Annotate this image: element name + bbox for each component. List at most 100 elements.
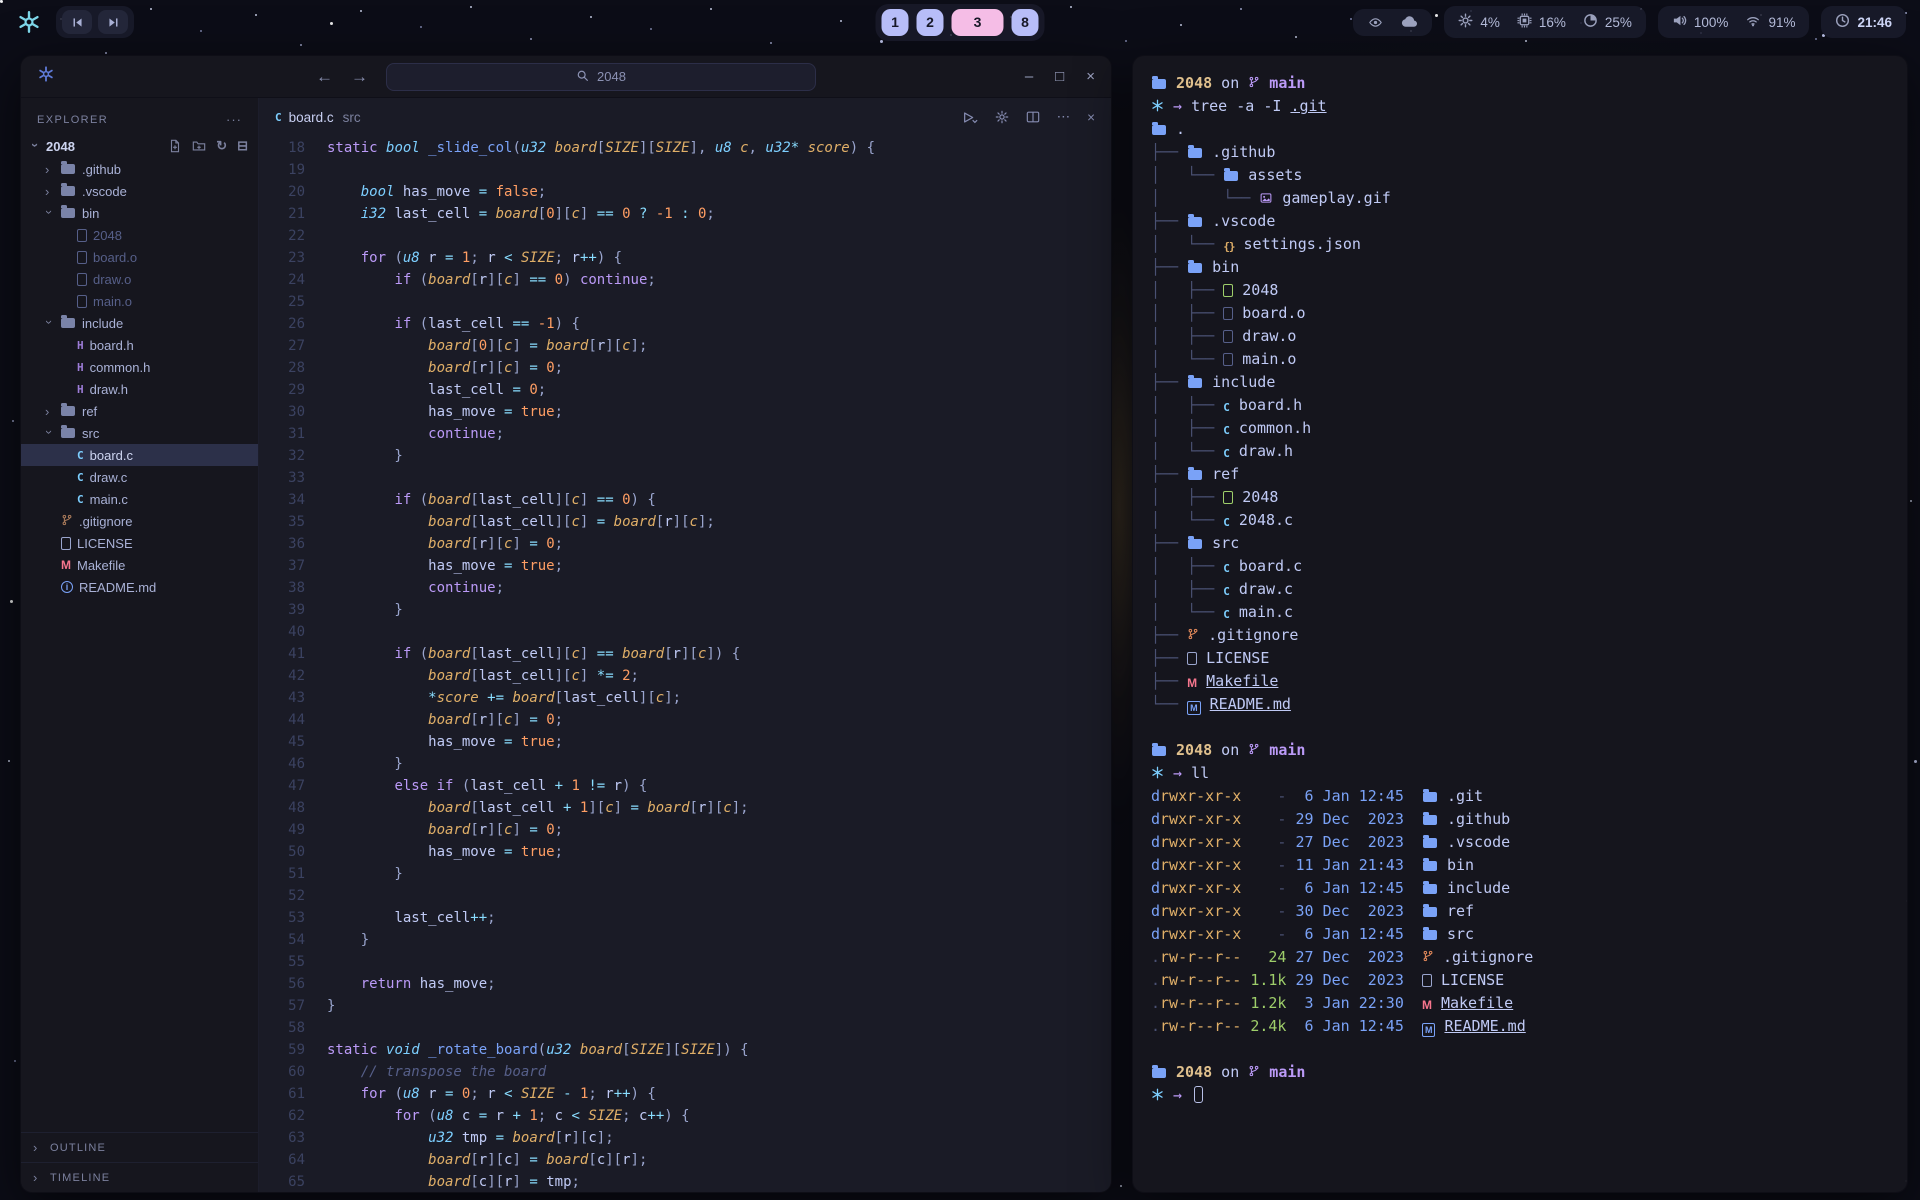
code-line-24[interactable]: 24 if (board[r][c] == 0) continue; <box>259 269 1111 291</box>
code-line-25[interactable]: 25 <box>259 291 1111 313</box>
explorer-item-draw.o[interactable]: draw.o <box>21 268 258 290</box>
code-line-59[interactable]: 59static void _rotate_board(u32 board[SI… <box>259 1039 1111 1061</box>
split-editor-button[interactable] <box>1026 110 1040 124</box>
code-line-62[interactable]: 62 for (u8 c = r + 1; c < SIZE; c++) { <box>259 1105 1111 1127</box>
explorer-item-draw.c[interactable]: Cdraw.c <box>21 466 258 488</box>
explorer-item-include[interactable]: ›include <box>21 312 258 334</box>
terminal-window[interactable]: 2048 on main → tree -a -I .git .├── .git… <box>1132 55 1908 1193</box>
media-previous-button[interactable] <box>62 10 92 34</box>
code-line-20[interactable]: 20 bool has_move = false; <box>259 181 1111 203</box>
collapse-all-button[interactable]: ⊟ <box>237 138 248 154</box>
workspace-3-active[interactable]: 3 <box>952 9 1004 36</box>
code-line-60[interactable]: 60 // transpose the board <box>259 1061 1111 1083</box>
explorer-item-main.o[interactable]: main.o <box>21 290 258 312</box>
command-center-search[interactable]: 2048 <box>386 63 816 91</box>
explorer-item-ref[interactable]: ›ref <box>21 400 258 422</box>
code-line-39[interactable]: 39 } <box>259 599 1111 621</box>
explorer-item-src[interactable]: ›src <box>21 422 258 444</box>
minimize-button[interactable]: – <box>1025 68 1033 85</box>
navigate-back-button[interactable]: ← <box>316 67 333 87</box>
code-line-61[interactable]: 61 for (u8 r = 0; r < SIZE - 1; r++) { <box>259 1083 1111 1105</box>
run-file-button[interactable] <box>962 110 978 125</box>
code-line-65[interactable]: 65 board[c][r] = tmp; <box>259 1171 1111 1192</box>
code-line-38[interactable]: 38 continue; <box>259 577 1111 599</box>
code-editor-window[interactable]: ← → 2048 – □ × EXPLORER ··· › 2048 <box>20 55 1112 1193</box>
editor-titlebar[interactable]: ← → 2048 – □ × <box>21 56 1111 98</box>
code-line-19[interactable]: 19 <box>259 159 1111 181</box>
wifi-stat[interactable]: 91% <box>1745 14 1795 31</box>
volume-stat[interactable]: 100% <box>1672 13 1729 31</box>
code-line-42[interactable]: 42 board[last_cell][c] *= 2; <box>259 665 1111 687</box>
code-line-43[interactable]: 43 *score += board[last_cell][c]; <box>259 687 1111 709</box>
code-line-18[interactable]: 18static bool _slide_col(u32 board[SIZE]… <box>259 137 1111 159</box>
explorer-item-LICENSE[interactable]: LICENSE <box>21 532 258 554</box>
timeline-section-header[interactable]: › TIMELINE <box>21 1162 258 1192</box>
code-line-36[interactable]: 36 board[r][c] = 0; <box>259 533 1111 555</box>
clock-widget[interactable]: 21:46 <box>1821 6 1906 38</box>
code-line-48[interactable]: 48 board[last_cell + 1][c] = board[r][c]… <box>259 797 1111 819</box>
explorer-item-.github[interactable]: ›.github <box>21 158 258 180</box>
close-button[interactable]: × <box>1086 68 1095 85</box>
code-line-41[interactable]: 41 if (board[last_cell][c] == board[r][c… <box>259 643 1111 665</box>
code-line-46[interactable]: 46 } <box>259 753 1111 775</box>
code-editor-area[interactable]: 18static bool _slide_col(u32 board[SIZE]… <box>259 136 1111 1192</box>
code-line-23[interactable]: 23 for (u8 r = 1; r < SIZE; r++) { <box>259 247 1111 269</box>
code-line-33[interactable]: 33 <box>259 467 1111 489</box>
code-line-63[interactable]: 63 u32 tmp = board[r][c]; <box>259 1127 1111 1149</box>
explorer-item-Makefile[interactable]: MMakefile <box>21 554 258 576</box>
code-line-56[interactable]: 56 return has_move; <box>259 973 1111 995</box>
settings-gear-icon[interactable] <box>995 110 1009 124</box>
code-line-22[interactable]: 22 <box>259 225 1111 247</box>
code-line-35[interactable]: 35 board[last_cell][c] = board[r][c]; <box>259 511 1111 533</box>
explorer-item-main.c[interactable]: Cmain.c <box>21 488 258 510</box>
code-line-57[interactable]: 57} <box>259 995 1111 1017</box>
workspace-1[interactable]: 1 <box>882 9 909 36</box>
maximize-button[interactable]: □ <box>1055 68 1064 85</box>
breadcrumb[interactable]: src <box>343 110 361 125</box>
code-line-40[interactable]: 40 <box>259 621 1111 643</box>
explorer-item-2048[interactable]: 2048 <box>21 224 258 246</box>
code-line-34[interactable]: 34 if (board[last_cell][c] == 0) { <box>259 489 1111 511</box>
explorer-item-.vscode[interactable]: ›.vscode <box>21 180 258 202</box>
media-next-button[interactable] <box>98 10 128 34</box>
code-line-52[interactable]: 52 <box>259 885 1111 907</box>
explorer-root-folder[interactable]: › 2048 ↻ ⊟ <box>21 135 258 157</box>
explorer-more-actions[interactable]: ··· <box>226 112 242 127</box>
new-folder-button[interactable] <box>192 139 206 153</box>
explorer-item-board.o[interactable]: board.o <box>21 246 258 268</box>
explorer-item-bin[interactable]: ›bin <box>21 202 258 224</box>
code-line-37[interactable]: 37 has_move = true; <box>259 555 1111 577</box>
code-line-30[interactable]: 30 has_move = true; <box>259 401 1111 423</box>
code-line-64[interactable]: 64 board[r][c] = board[c][r]; <box>259 1149 1111 1171</box>
code-line-54[interactable]: 54 } <box>259 929 1111 951</box>
code-line-58[interactable]: 58 <box>259 1017 1111 1039</box>
outline-section-header[interactable]: › OUTLINE <box>21 1132 258 1162</box>
explorer-item-common.h[interactable]: Hcommon.h <box>21 356 258 378</box>
code-line-28[interactable]: 28 board[r][c] = 0; <box>259 357 1111 379</box>
explorer-item-draw.h[interactable]: Hdraw.h <box>21 378 258 400</box>
workspace-2[interactable]: 2 <box>917 9 944 36</box>
code-line-21[interactable]: 21 i32 last_cell = board[0][c] == 0 ? -1… <box>259 203 1111 225</box>
weather-widget[interactable] <box>1353 9 1432 36</box>
code-line-51[interactable]: 51 } <box>259 863 1111 885</box>
code-line-29[interactable]: 29 last_cell = 0; <box>259 379 1111 401</box>
code-line-50[interactable]: 50 has_move = true; <box>259 841 1111 863</box>
code-line-53[interactable]: 53 last_cell++; <box>259 907 1111 929</box>
active-tab-filename[interactable]: board.c <box>289 110 334 125</box>
workspace-8[interactable]: 8 <box>1012 9 1039 36</box>
code-line-31[interactable]: 31 continue; <box>259 423 1111 445</box>
code-line-32[interactable]: 32 } <box>259 445 1111 467</box>
refresh-button[interactable]: ↻ <box>216 138 227 154</box>
launcher-logo-icon[interactable] <box>14 7 44 37</box>
code-line-26[interactable]: 26 if (last_cell == -1) { <box>259 313 1111 335</box>
explorer-item-board.c[interactable]: Cboard.c <box>21 444 258 466</box>
new-file-button[interactable] <box>168 139 182 153</box>
code-line-49[interactable]: 49 board[r][c] = 0; <box>259 819 1111 841</box>
explorer-item-board.h[interactable]: Hboard.h <box>21 334 258 356</box>
close-tab-button[interactable]: × <box>1087 110 1095 125</box>
navigate-forward-button[interactable]: → <box>351 67 368 87</box>
code-line-27[interactable]: 27 board[0][c] = board[r][c]; <box>259 335 1111 357</box>
more-actions-button[interactable]: ⋯ <box>1057 109 1071 125</box>
explorer-item-.gitignore[interactable]: .gitignore <box>21 510 258 532</box>
code-line-44[interactable]: 44 board[r][c] = 0; <box>259 709 1111 731</box>
